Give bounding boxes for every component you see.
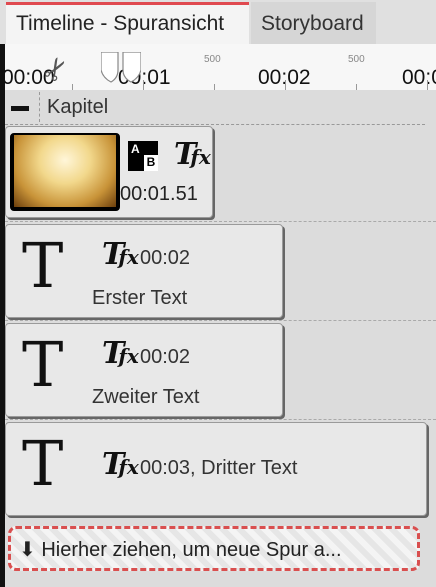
text-clip[interactable]: T Tfx 00:02 Zweiter Text bbox=[5, 323, 283, 417]
ruler-label: 00:03 bbox=[402, 66, 436, 89]
clip-thumbnail bbox=[10, 133, 120, 211]
tab-timeline[interactable]: Timeline - Spuransicht bbox=[6, 2, 249, 44]
text-clip[interactable]: T Tfx 00:03, Dritter Text bbox=[5, 422, 427, 516]
dropzone-text: Hierher ziehen, um neue Spur a... bbox=[41, 539, 342, 561]
image-clip[interactable]: A B Tfx 00:01.51 bbox=[5, 126, 213, 218]
transition-icon[interactable]: A B bbox=[128, 141, 158, 171]
track-lane: A B Tfx 00:01.51 bbox=[5, 126, 436, 222]
text-type-icon: T bbox=[22, 328, 64, 401]
ruler-sublabel: 500 bbox=[204, 54, 221, 65]
ruler-tick bbox=[427, 80, 428, 90]
clip-duration: 00:01.51 bbox=[120, 183, 198, 205]
playhead-marker-icon[interactable] bbox=[101, 52, 141, 84]
track-lane: T Tfx 00:03, Dritter Text bbox=[5, 420, 436, 518]
clip-duration: 00:02 bbox=[140, 247, 191, 269]
ruler-tick bbox=[285, 80, 286, 90]
track-lane: T Tfx 00:02 Erster Text bbox=[5, 222, 436, 321]
dropzone-label: ⬇ Hierher ziehen, um neue Spur a... bbox=[19, 537, 342, 562]
text-type-icon: T bbox=[22, 229, 64, 302]
divider bbox=[39, 92, 40, 122]
effects-icon[interactable]: Tfx bbox=[102, 237, 139, 272]
ruler-tick bbox=[143, 80, 144, 90]
clip-summary: 00:03, Dritter Text bbox=[140, 457, 298, 479]
collapse-icon[interactable] bbox=[11, 106, 29, 111]
text-type-icon: T bbox=[22, 427, 64, 500]
clip-name: Zweiter Text bbox=[92, 386, 200, 408]
clip-duration: 00:02 bbox=[140, 346, 191, 368]
chapter-title: Kapitel bbox=[47, 96, 109, 118]
tab-bar: Timeline - Spuransicht Storyboard bbox=[0, 0, 436, 44]
effects-icon[interactable]: Tfx bbox=[174, 137, 211, 172]
chapter-header[interactable]: Kapitel bbox=[5, 90, 425, 125]
tab-storyboard[interactable]: Storyboard bbox=[251, 2, 376, 44]
effects-icon[interactable]: Tfx bbox=[102, 336, 139, 371]
new-track-dropzone[interactable]: ⬇ Hierher ziehen, um neue Spur a... bbox=[8, 526, 420, 571]
track-lane: T Tfx 00:02 Zweiter Text bbox=[5, 321, 436, 420]
arrow-down-icon: ⬇ bbox=[19, 539, 36, 561]
effects-icon[interactable]: Tfx bbox=[102, 447, 139, 482]
text-clip[interactable]: T Tfx 00:02 Erster Text bbox=[5, 224, 283, 318]
track-area[interactable]: Kapitel A B Tfx 00:01.51 T Tfx 00:02 Ers… bbox=[5, 90, 436, 587]
clip-name: Erster Text bbox=[92, 287, 188, 309]
ruler-sublabel: 500 bbox=[348, 54, 365, 65]
